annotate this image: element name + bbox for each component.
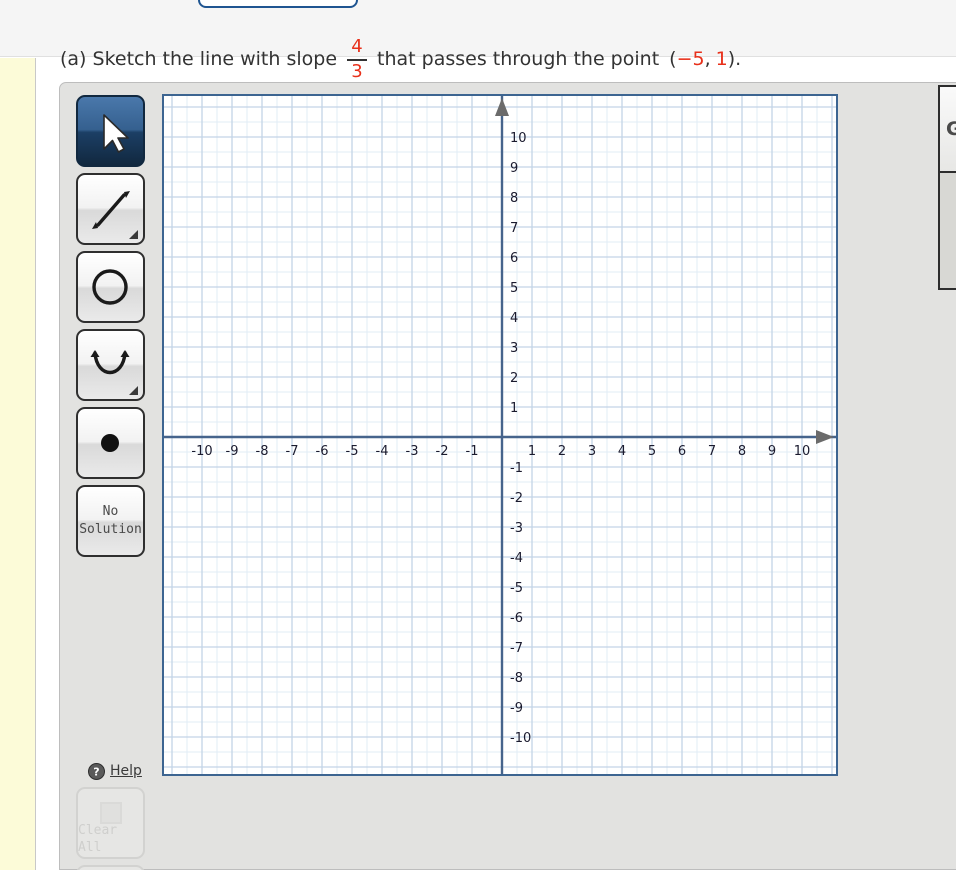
svg-text:-3: -3 <box>406 444 419 459</box>
svg-text:4: 4 <box>510 311 518 326</box>
graph-svg[interactable]: -10 -9 -8 -7 -6 -5 -4 -3 -2 -1 1 2 3 4 5 6 7 8 9 10 10 9 8 7 6 5 4… <box>164 96 836 774</box>
svg-text:10: 10 <box>794 444 811 459</box>
svg-text:-2: -2 <box>436 444 449 459</box>
help-link[interactable]: ? Help <box>88 759 164 783</box>
tool-column: No Solution ? Help Clear All <box>76 95 149 870</box>
svg-text:-9: -9 <box>226 444 239 459</box>
svg-text:?: ? <box>93 765 99 778</box>
svg-text:7: 7 <box>708 444 716 459</box>
svg-text:-1: -1 <box>466 444 479 459</box>
right-side-panel: G <box>938 85 956 290</box>
svg-text:-7: -7 <box>286 444 299 459</box>
svg-text:6: 6 <box>678 444 686 459</box>
svg-text:9: 9 <box>510 161 518 176</box>
parabola-tool-options-corner[interactable] <box>129 386 138 395</box>
dot-icon <box>101 434 119 452</box>
svg-text:5: 5 <box>648 444 656 459</box>
no-solution-button[interactable]: No Solution <box>76 485 145 557</box>
svg-text:-5: -5 <box>346 444 359 459</box>
svg-text:6: 6 <box>510 251 518 266</box>
svg-text:5: 5 <box>510 281 518 296</box>
no-solution-line-1: No <box>102 504 119 520</box>
circle-tool-button[interactable] <box>76 251 145 323</box>
coordinate-plane[interactable]: -10 -9 -8 -7 -6 -5 -4 -3 -2 -1 1 2 3 4 5 6 7 8 9 10 10 9 8 7 6 5 4… <box>162 94 838 776</box>
app-root: (a) Sketch the line with slope 4 3 that … <box>0 0 956 870</box>
svg-text:8: 8 <box>510 191 518 206</box>
svg-text:7: 7 <box>510 221 518 236</box>
svg-text:8: 8 <box>738 444 746 459</box>
svg-text:-5: -5 <box>510 581 523 596</box>
line-tool-button[interactable] <box>76 173 145 245</box>
slope-fraction: 4 3 <box>347 36 368 82</box>
paren-close: ). <box>727 48 742 71</box>
paren-open: ( <box>669 48 677 71</box>
help-label: Help <box>110 763 142 779</box>
svg-text:10: 10 <box>510 131 527 146</box>
prompt-lead: (a) Sketch the line with slope <box>60 48 338 71</box>
svg-text:-6: -6 <box>510 611 523 626</box>
svg-text:-7: -7 <box>510 641 523 656</box>
svg-text:3: 3 <box>510 341 518 356</box>
svg-text:-8: -8 <box>256 444 269 459</box>
right-panel-title: G <box>940 87 956 173</box>
svg-text:-6: -6 <box>316 444 329 459</box>
svg-text:2: 2 <box>510 371 518 386</box>
pointer-icon <box>103 114 129 153</box>
svg-text:-1: -1 <box>510 461 523 476</box>
point-tool-button[interactable] <box>76 407 145 479</box>
svg-text:-2: -2 <box>510 491 523 506</box>
svg-text:-10: -10 <box>510 731 531 746</box>
question-circle-icon: ? <box>88 762 105 780</box>
svg-text:-3: -3 <box>510 521 523 536</box>
svg-text:2: 2 <box>558 444 566 459</box>
svg-text:-8: -8 <box>510 671 523 686</box>
delete-button <box>76 865 145 870</box>
clear-all-label: Clear All <box>78 822 118 856</box>
svg-text:-4: -4 <box>376 444 389 459</box>
point-comma: , <box>704 48 711 71</box>
graph-panel: No Solution ? Help Clear All -10 -9 -8 -… <box>59 82 956 870</box>
point-y-value: 1 <box>715 48 728 71</box>
svg-text:-4: -4 <box>510 551 523 566</box>
svg-text:4: 4 <box>618 444 626 459</box>
no-solution-label: No Solution <box>78 487 143 555</box>
svg-text:1: 1 <box>528 444 536 459</box>
line-tool-options-corner[interactable] <box>129 230 138 239</box>
point-x-value: −5 <box>676 48 705 71</box>
svg-text:3: 3 <box>588 444 596 459</box>
clear-all-button: Clear All <box>76 787 145 859</box>
svg-text:9: 9 <box>768 444 776 459</box>
left-yellow-sidebar <box>0 58 36 870</box>
prompt-middle: that passes through the point <box>377 48 660 71</box>
fraction-numerator: 4 <box>351 36 363 57</box>
svg-text:1: 1 <box>510 401 518 416</box>
svg-text:-10: -10 <box>191 444 212 459</box>
svg-text:-9: -9 <box>510 701 523 716</box>
fraction-denominator: 3 <box>351 60 363 82</box>
circle-icon <box>92 269 128 305</box>
no-solution-line-2: Solution <box>79 522 142 537</box>
parabola-tool-button[interactable] <box>76 329 145 401</box>
submit-button-partial[interactable] <box>198 0 358 8</box>
select-tool-button[interactable] <box>76 95 145 167</box>
question-prompt: (a) Sketch the line with slope 4 3 that … <box>60 36 742 82</box>
